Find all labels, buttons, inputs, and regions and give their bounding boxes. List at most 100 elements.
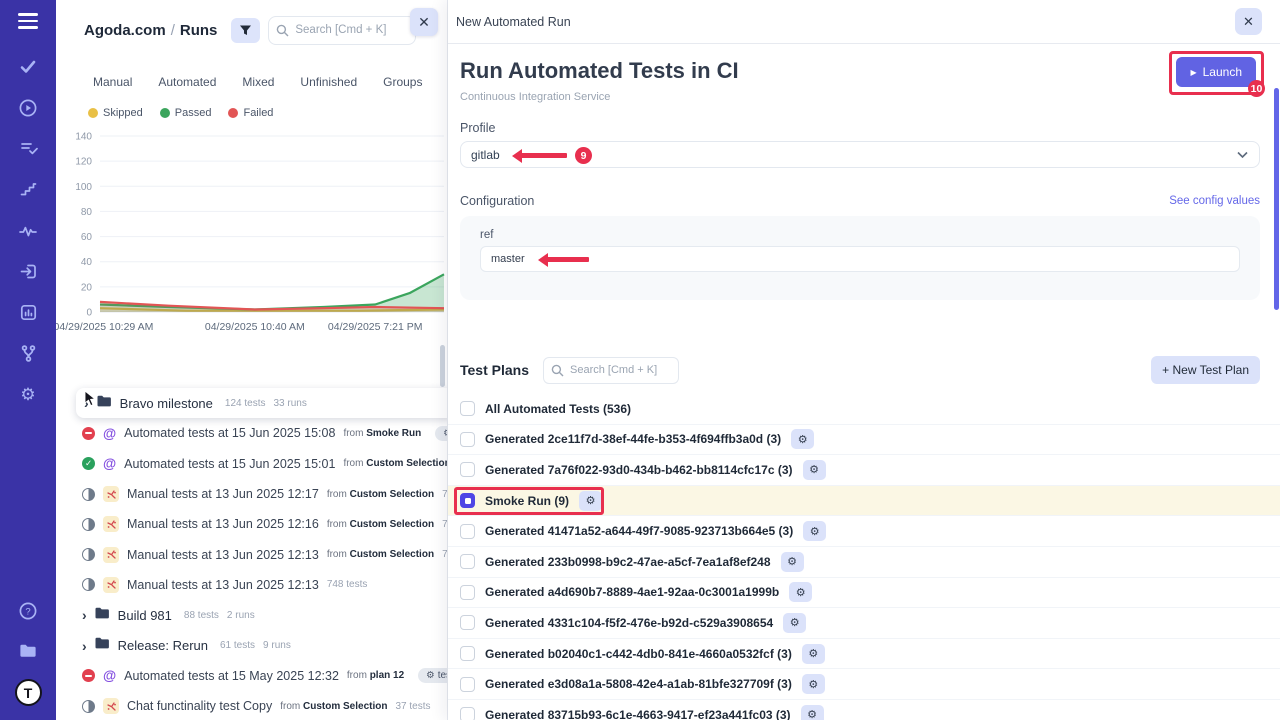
test-plan-label: Generated e3d08a1a-5808-42e4-a1ab-81bfe3… <box>485 677 792 691</box>
run-row[interactable]: Manual tests at 13 Jun 2025 12:13748 tes… <box>56 570 448 600</box>
tab-manual[interactable]: Manual <box>93 75 132 89</box>
test-plan-checkbox[interactable] <box>460 707 475 720</box>
run-row[interactable]: ✓@Automated tests at 15 Jun 2025 15:01fr… <box>56 449 448 479</box>
bar-chart-reports-icon[interactable] <box>18 303 38 323</box>
run-row[interactable]: @Automated tests at 15 Jun 2025 15:08fro… <box>56 418 448 448</box>
ref-input[interactable]: master <box>480 246 1240 272</box>
test-plan-row[interactable]: Generated a4d690b7-8889-4ae1-92aa-0c3001… <box>448 578 1280 609</box>
chevron-right-icon[interactable]: › <box>82 608 87 622</box>
page-title: Run Automated Tests in CI <box>460 58 1280 84</box>
test-plan-checkbox[interactable] <box>460 615 475 630</box>
run-row[interactable]: @Automated tests at 15 May 2025 12:32fro… <box>56 661 448 691</box>
test-plan-row[interactable]: Generated 2ce11f7d-38ef-44fe-b353-4f694f… <box>448 425 1280 456</box>
help-icon[interactable]: ? <box>18 601 38 621</box>
svg-text:04/29/2025 10:40 AM: 04/29/2025 10:40 AM <box>205 321 305 333</box>
gear-test-badge[interactable]: ⚙test <box>418 668 448 683</box>
tab-unfinished[interactable]: Unfinished <box>300 75 357 89</box>
gear-icon: ⚙ <box>426 670 435 681</box>
folder-row[interactable]: ›Bravo milestone124 tests33 runs <box>76 388 448 418</box>
smoke-run-annotation-rect <box>454 487 604 515</box>
test-plan-checkbox[interactable] <box>460 585 475 600</box>
gear-test-badge[interactable]: ⚙test <box>435 426 448 441</box>
search-icon <box>551 364 564 377</box>
test-plan-row[interactable]: Generated 41471a52-a644-49f7-9085-923713… <box>448 516 1280 547</box>
test-plan-row[interactable]: Generated 7a76f022-93d0-434b-b462-bb8114… <box>448 455 1280 486</box>
git-branch-icon[interactable] <box>18 344 38 364</box>
run-from: from Custom Selection <box>327 549 434 560</box>
test-plan-row[interactable]: All Automated Tests (536) <box>448 394 1280 425</box>
test-plan-gear-button[interactable]: ⚙ <box>791 429 814 449</box>
play-runs-icon[interactable] <box>18 98 38 118</box>
tab-automated[interactable]: Automated <box>158 75 216 89</box>
tab-groups[interactable]: Groups <box>383 75 422 89</box>
folder-row[interactable]: ›Release: Rerun61 tests9 runs <box>56 630 448 660</box>
run-row[interactable]: Manual tests at 13 Jun 2025 12:16from Cu… <box>56 509 448 539</box>
run-row[interactable]: Chat functinality test Copyfrom Custom S… <box>56 691 448 720</box>
breadcrumb[interactable]: Agoda.com/Runs <box>84 22 217 39</box>
tab-mixed[interactable]: Mixed <box>242 75 274 89</box>
test-plan-label: Generated 41471a52-a644-49f7-9085-923713… <box>485 524 793 538</box>
legend-item-failed[interactable]: Failed <box>228 107 273 119</box>
new-test-plan-button[interactable]: + New Test Plan <box>1151 356 1260 384</box>
test-plan-checkbox[interactable] <box>460 401 475 416</box>
test-plan-row[interactable]: Generated 233b0998-b9c2-47ae-a5cf-7ea1af… <box>448 547 1280 578</box>
test-plan-row[interactable]: Generated e3d08a1a-5808-42e4-a1ab-81bfe3… <box>448 669 1280 700</box>
pulse-analytics-icon[interactable] <box>18 221 38 241</box>
test-plan-row[interactable]: Generated b02040c1-c442-4db0-841e-4660a0… <box>448 639 1280 670</box>
legend-item-passed[interactable]: Passed <box>160 107 212 119</box>
chevron-right-icon[interactable]: › <box>82 639 87 653</box>
test-plan-row[interactable]: Smoke Run (9)⚙ <box>448 486 1280 517</box>
failed-status-icon <box>82 427 95 440</box>
runs-panel-header: Agoda.com/Runs ✕ <box>56 12 448 48</box>
test-plan-row[interactable]: Generated 83715b93-6c1e-4663-9417-ef23a4… <box>448 700 1280 720</box>
run-row[interactable]: Manual tests at 13 Jun 2025 12:13from Cu… <box>56 539 448 569</box>
folder-row[interactable]: ›Build 98188 tests2 runs <box>56 600 448 630</box>
breadcrumb-page: Runs <box>180 22 218 39</box>
folder-runs-count: 33 runs <box>273 398 306 409</box>
test-plan-gear-button[interactable]: ⚙ <box>781 552 804 572</box>
run-tests-count: 748 tests <box>327 579 368 590</box>
testomat-logo[interactable]: T <box>15 679 42 706</box>
profile-select[interactable]: gitlab 9 <box>460 141 1260 168</box>
legend-item-skipped[interactable]: Skipped <box>88 107 143 119</box>
test-plan-checkbox[interactable] <box>460 646 475 661</box>
test-plan-gear-button[interactable]: ⚙ <box>802 674 825 694</box>
test-plan-gear-button[interactable]: ⚙ <box>803 460 826 480</box>
import-icon[interactable] <box>18 262 38 282</box>
run-from: from Smoke Run <box>343 428 421 439</box>
svg-text:04/29/2025 7:21 PM: 04/29/2025 7:21 PM <box>328 321 423 333</box>
test-plan-gear-button[interactable]: ⚙ <box>802 644 825 664</box>
test-plan-checkbox[interactable] <box>460 462 475 477</box>
manual-run-icon <box>103 486 119 502</box>
test-plan-checkbox[interactable] <box>460 524 475 539</box>
breadcrumb-separator: / <box>166 22 180 39</box>
runs-panel-close-button[interactable]: ✕ <box>410 8 438 36</box>
test-plan-gear-button[interactable]: ⚙ <box>783 613 806 633</box>
gear-settings-icon[interactable]: ⚙ <box>18 385 38 405</box>
manual-run-icon <box>103 547 119 563</box>
runs-search-input[interactable] <box>268 16 416 45</box>
check-tests-icon[interactable] <box>18 57 38 77</box>
breadcrumb-project[interactable]: Agoda.com <box>84 22 166 39</box>
right-panel-scrollbar[interactable] <box>1274 88 1279 310</box>
test-plan-checkbox[interactable] <box>460 554 475 569</box>
run-row[interactable]: Manual tests at 13 Jun 2025 12:17from Cu… <box>56 479 448 509</box>
test-plan-checkbox[interactable] <box>460 677 475 692</box>
list-check-plans-icon[interactable] <box>18 139 38 159</box>
test-plan-gear-button[interactable]: ⚙ <box>803 521 826 541</box>
see-config-values-link[interactable]: See config values <box>1169 195 1260 207</box>
menu-icon[interactable] <box>18 13 38 29</box>
svg-text:100: 100 <box>75 182 92 193</box>
test-plan-gear-button[interactable]: ⚙ <box>801 705 824 720</box>
passed-status-icon: ✓ <box>82 457 95 470</box>
test-plan-row[interactable]: Generated 4331c104-f5f2-476e-b92d-c529a3… <box>448 608 1280 639</box>
test-plan-checkbox[interactable] <box>460 432 475 447</box>
steps-milestones-icon[interactable] <box>18 180 38 200</box>
test-plan-list: All Automated Tests (536)Generated 2ce11… <box>448 394 1280 720</box>
filter-button[interactable] <box>231 18 260 43</box>
left-panel-scrollbar[interactable] <box>440 345 445 387</box>
close-icon: ✕ <box>1243 14 1254 30</box>
panel-close-button[interactable]: ✕ <box>1235 8 1262 35</box>
library-icon[interactable] <box>18 640 38 660</box>
test-plan-gear-button[interactable]: ⚙ <box>789 582 812 602</box>
